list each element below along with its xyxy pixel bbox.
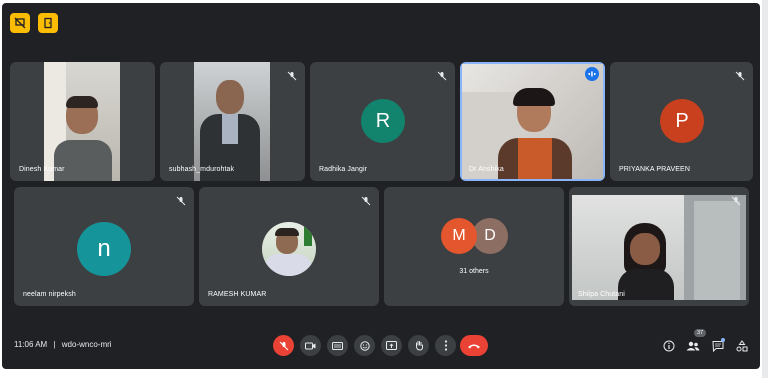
meeting-info: 11:06 AM | wdo-wnco-mri xyxy=(14,340,112,349)
participant-tile-shilpa[interactable]: Shilpa Chutani xyxy=(569,187,749,306)
mic-off-icon xyxy=(731,193,741,206)
bottom-toolbar: 11:06 AM | wdo-wnco-mri 37 xyxy=(2,321,760,369)
more-options-button[interactable] xyxy=(435,335,456,356)
mic-toggle-button[interactable] xyxy=(273,335,294,356)
activities-button[interactable] xyxy=(734,338,750,354)
participant-tile-radhika[interactable]: R Radhika Jangir xyxy=(310,62,455,181)
separator: | xyxy=(53,340,56,349)
mic-off-icon xyxy=(437,68,447,81)
mic-off-icon xyxy=(176,193,186,206)
participant-name: Dinesh Kumar xyxy=(19,166,65,173)
chat-unread-dot xyxy=(721,338,725,342)
mic-off-icon xyxy=(361,193,371,206)
raise-hand-button[interactable] xyxy=(408,335,429,356)
participant-tile-anshika[interactable]: Dr Anshika xyxy=(460,62,605,181)
speaking-indicator-icon xyxy=(585,67,599,81)
door-icon[interactable] xyxy=(38,13,58,33)
participant-name: neelam nirpeksh xyxy=(23,291,76,298)
participant-name: RAMESH KUMAR xyxy=(208,291,267,298)
participant-name: Radhika Jangir xyxy=(319,166,368,173)
others-count-label: 31 others xyxy=(459,268,489,275)
side-strip xyxy=(762,0,768,378)
end-call-button[interactable] xyxy=(460,335,488,356)
others-tile[interactable]: M D 31 others xyxy=(384,187,564,306)
mic-off-icon xyxy=(287,68,297,81)
participant-tile-priyanka[interactable]: P PRIYANKA PRAVEEN xyxy=(610,62,753,181)
meeting-details-icon[interactable] xyxy=(661,338,677,354)
meeting-time: 11:06 AM xyxy=(14,340,48,349)
meet-window: Dinesh Kumar subhash_mdurohtak R Radhika… xyxy=(2,3,760,369)
chat-button[interactable] xyxy=(710,338,726,354)
mic-off-icon xyxy=(735,68,745,81)
video-feed xyxy=(462,64,603,179)
participant-name: subhash_mdurohtak xyxy=(169,166,235,173)
video-feed xyxy=(572,195,746,300)
participant-name: Dr Anshika xyxy=(469,166,504,173)
avatar: R xyxy=(361,99,405,143)
participant-tile-neelam[interactable]: n neelam nirpeksh xyxy=(14,187,194,306)
captions-button[interactable] xyxy=(327,335,348,356)
video-feed xyxy=(194,62,270,181)
participant-name: PRIYANKA PRAVEEN xyxy=(619,166,690,173)
camera-toggle-button[interactable] xyxy=(300,335,321,356)
people-count-badge: 37 xyxy=(694,329,707,337)
presentation-off-icon[interactable] xyxy=(10,13,30,33)
avatar: P xyxy=(660,99,704,143)
participant-tile-ramesh[interactable]: RAMESH KUMAR xyxy=(199,187,379,306)
avatar-photo xyxy=(262,222,316,276)
present-screen-button[interactable] xyxy=(381,335,402,356)
emoji-reaction-button[interactable] xyxy=(354,335,375,356)
avatar: D xyxy=(472,218,508,254)
participant-tile-subhash[interactable]: subhash_mdurohtak xyxy=(160,62,305,181)
video-feed xyxy=(44,62,120,181)
people-button[interactable]: 37 xyxy=(685,329,707,354)
avatar: n xyxy=(77,222,131,276)
participant-tile-dinesh[interactable]: Dinesh Kumar xyxy=(10,62,155,181)
avatar: M xyxy=(441,218,477,254)
meeting-code: wdo-wnco-mri xyxy=(61,340,112,349)
participant-name: Shilpa Chutani xyxy=(578,291,625,298)
